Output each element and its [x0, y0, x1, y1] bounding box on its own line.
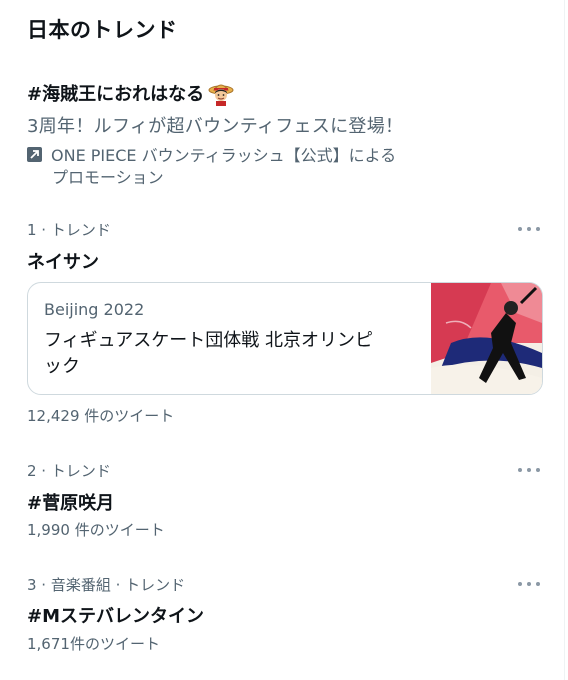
- card-title: フィギュアスケート団体戦 北京オリンピック: [44, 330, 373, 377]
- promoted-hashtag-text: #海賊王におれはなる: [27, 84, 205, 105]
- trend-name[interactable]: #Mステバレンタイン: [27, 602, 204, 628]
- promoted-trend-hashtag[interactable]: #海賊王におれはなる: [27, 80, 234, 106]
- card-thumbnail-image: [431, 283, 542, 394]
- page-title: 日本のトレンド: [27, 18, 178, 42]
- luffy-emoji-icon: [208, 80, 234, 106]
- promoted-description: 3周年！ルフィが超バウンティフェスに登場！: [27, 116, 404, 137]
- promoter-name: ONE PIECE バウンティラッシュ【公式】による: [51, 146, 397, 165]
- trend-name[interactable]: #菅原咲月: [27, 489, 114, 515]
- trend-news-card[interactable]: Beijing 2022 フィギュアスケート団体戦 北京オリンピック: [27, 282, 543, 395]
- tweet-count: 1,671件のツイート: [27, 635, 160, 653]
- tweet-count: 12,429 件のツイート: [27, 407, 175, 425]
- trend-meta: 1 · トレンド: [27, 221, 111, 239]
- card-source: Beijing 2022: [44, 300, 145, 319]
- promoted-arrow-icon: [27, 146, 42, 162]
- promoted-by-line[interactable]: ONE PIECE バウンティラッシュ【公式】による: [27, 142, 396, 166]
- more-options-icon[interactable]: [518, 466, 540, 474]
- more-options-icon[interactable]: [518, 580, 540, 588]
- promotion-label: プロモーション: [52, 168, 164, 187]
- trends-panel: 日本のトレンド #海賊王におれはなる 3周年！ルフィが超バウンティフェスに登場！: [0, 0, 568, 680]
- trend-meta: 2 · トレンド: [27, 462, 111, 480]
- panel-divider: [564, 0, 565, 680]
- trend-meta: 3 · 音楽番組 · トレンド: [27, 576, 186, 594]
- more-options-icon[interactable]: [518, 225, 540, 233]
- tweet-count: 1,990 件のツイート: [27, 521, 165, 539]
- trend-name[interactable]: ネイサン: [27, 248, 99, 274]
